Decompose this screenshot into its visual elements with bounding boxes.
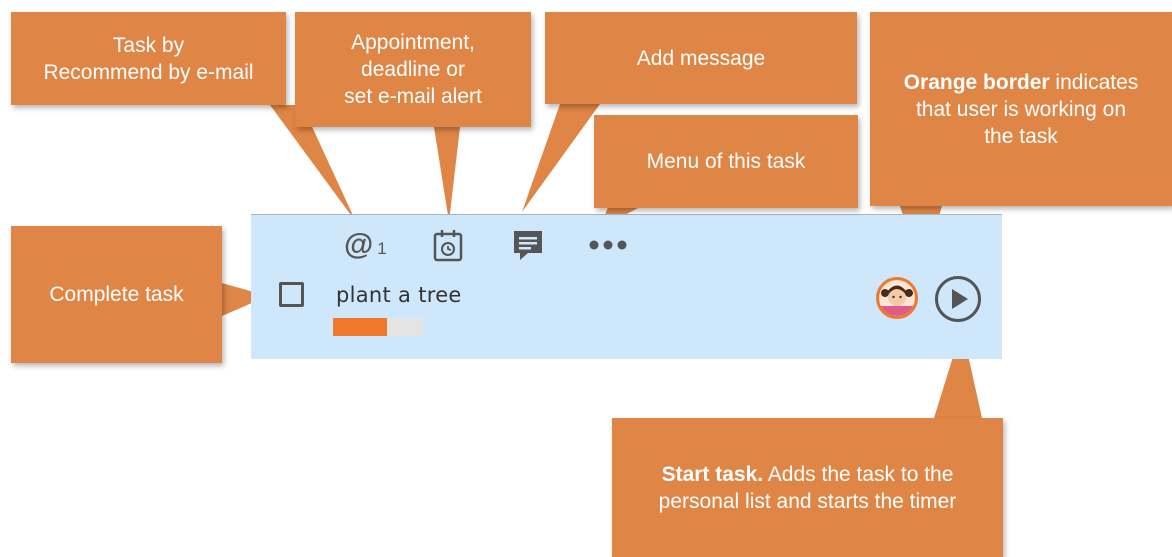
callout-add-message-text: Add message <box>636 46 766 70</box>
complete-checkbox[interactable] <box>279 282 304 307</box>
callout-orange-border-rest: indicates <box>1049 70 1139 94</box>
pointer-appointment <box>434 127 460 222</box>
calendar-icon[interactable] <box>433 228 463 262</box>
callout-complete-task-text: Complete task <box>49 283 184 306</box>
avatar-face <box>879 285 915 316</box>
callout-appointment-line-1: Appointment, <box>351 31 475 54</box>
callout-start-task: Start task. Adds the task to the persona… <box>612 418 1003 557</box>
callout-appointment-line-2: deadline or <box>361 58 465 81</box>
task-name[interactable]: plant a tree <box>336 283 462 307</box>
callout-appointment: Appointment, deadline or set e-mail aler… <box>295 12 531 127</box>
callout-task-by: Task by Recommend by e-mail <box>11 12 286 105</box>
callout-start-task-bold: Start task. <box>661 462 764 486</box>
callout-task-by-line-2: Recommend by e-mail <box>43 60 254 84</box>
callout-task-by-line-1: Task by <box>112 33 185 57</box>
callout-menu-text: Menu of this task <box>646 150 806 173</box>
callout-menu: Menu of this task <box>594 115 858 208</box>
mention-symbol: @ <box>344 228 374 261</box>
play-triangle <box>952 289 968 309</box>
mention-count: 1 <box>377 239 387 258</box>
task-progress-bar <box>333 318 423 336</box>
more-icon[interactable] <box>588 238 628 252</box>
callout-complete-task: Complete task <box>11 226 222 363</box>
callout-add-message: Add message <box>545 12 857 104</box>
callout-start-task-line-2: personal list and starts the timer <box>658 489 957 513</box>
callout-orange-border: Orange border indicates that user is wor… <box>870 12 1172 206</box>
callout-appointment-line-3: set e-mail alert <box>344 85 482 108</box>
message-icon[interactable] <box>512 229 544 261</box>
play-icon[interactable] <box>935 276 981 322</box>
callout-orange-border-line-3: the task <box>984 124 1058 148</box>
at-icon[interactable]: @1 <box>344 228 387 262</box>
callout-start-task-rest: Adds the task to the <box>763 462 954 486</box>
task-progress-fill <box>333 318 387 336</box>
callout-orange-border-line-2: that user is working on <box>915 97 1127 121</box>
callout-orange-border-bold: Orange border <box>903 70 1050 94</box>
pointer-add-message <box>522 104 600 212</box>
avatar-icon[interactable] <box>876 277 918 319</box>
